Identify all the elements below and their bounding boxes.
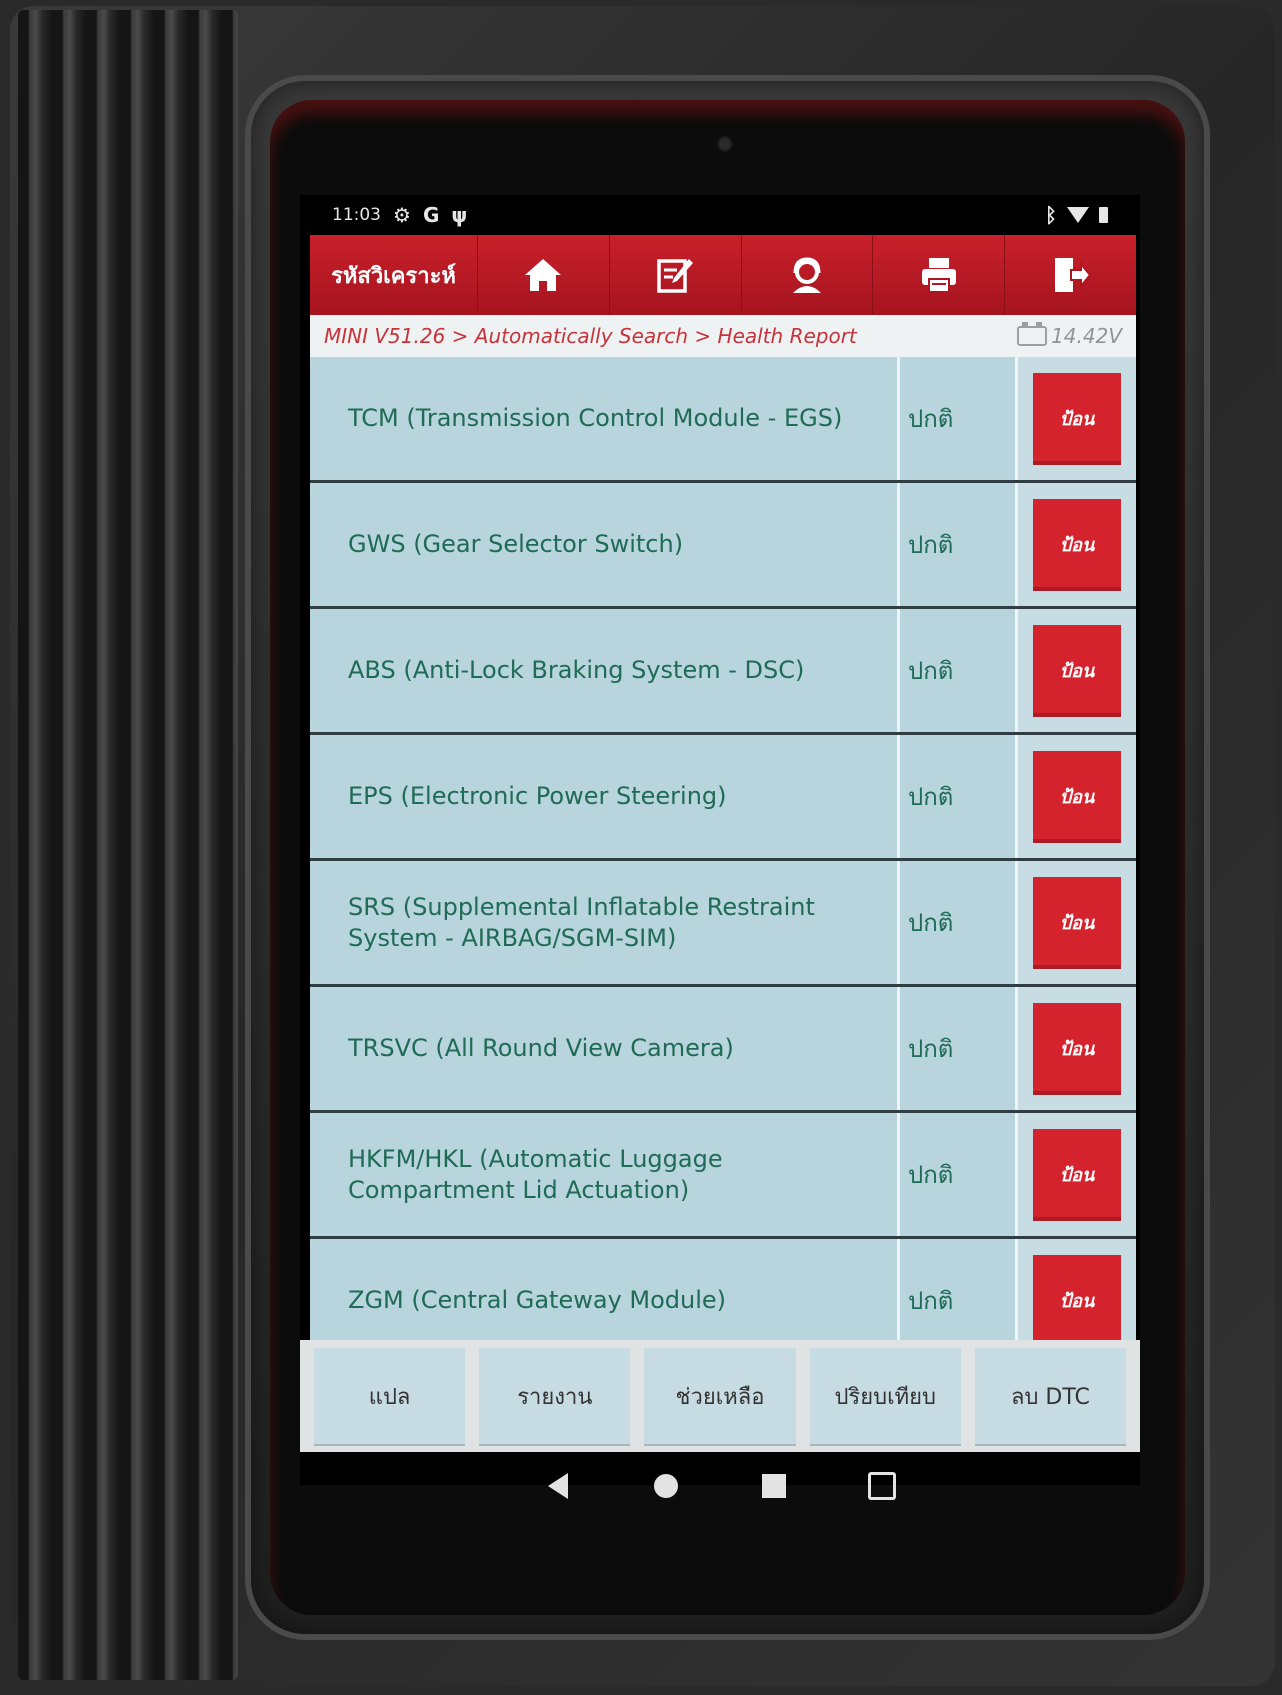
enter-button[interactable]: ป้อน (1033, 1254, 1121, 1347)
home-circle-icon (654, 1474, 678, 1498)
module-name: ABS (Anti-Lock Braking System - DSC) (310, 609, 900, 732)
enter-button[interactable]: ป้อน (1033, 876, 1121, 969)
settings-icon: ⚙ (393, 203, 411, 227)
screenshot-icon (868, 1472, 896, 1500)
module-name: HKFM/HKL (Automatic Luggage Compartment … (310, 1113, 900, 1236)
status-bar: 11:03 ⚙ G ψ ᛒ (300, 195, 1140, 235)
table-row: ABS (Anti-Lock Braking System - DSC) ปกต… (310, 609, 1136, 735)
voltage-value: 14.42V (1051, 324, 1122, 348)
module-status: ปกติ (900, 987, 1018, 1110)
action-cell: ป้อน (1018, 483, 1136, 606)
enter-button[interactable]: ป้อน (1033, 1002, 1121, 1095)
module-status: ปกติ (900, 735, 1018, 858)
app-toolbar: รหัสวิเคราะห์ (310, 235, 1136, 315)
translate-button[interactable]: แปล (314, 1348, 466, 1444)
nav-screenshot-button[interactable] (868, 1472, 896, 1500)
help-button[interactable]: ช่วยเหลือ (644, 1348, 796, 1444)
module-list[interactable]: TCM (Transmission Control Module - EGS) … (310, 357, 1136, 1357)
support-button[interactable] (742, 235, 874, 315)
exit-button[interactable] (1005, 235, 1136, 315)
module-name: TRSVC (All Round View Camera) (310, 987, 900, 1110)
android-nav-bar (300, 1452, 1140, 1552)
front-camera (719, 138, 731, 150)
enter-button[interactable]: ป้อน (1033, 498, 1121, 591)
nav-recent-button[interactable] (760, 1472, 788, 1500)
action-cell: ป้อน (1018, 609, 1136, 732)
module-status: ปกติ (900, 861, 1018, 984)
compare-button[interactable]: ปริยบเทียบ (809, 1348, 961, 1444)
module-status: ปกติ (900, 483, 1018, 606)
battery-voltage: 14.42V (1017, 322, 1122, 348)
module-status: ปกติ (900, 1113, 1018, 1236)
table-row: GWS (Gear Selector Switch) ปกติ ป้อน (310, 483, 1136, 609)
usb-debug-icon: ψ (451, 203, 468, 227)
google-icon: G (422, 203, 440, 227)
module-name: EPS (Electronic Power Steering) (310, 735, 900, 858)
table-row: EPS (Electronic Power Steering) ปกติ ป้อ… (310, 735, 1136, 861)
car-battery-icon (1017, 322, 1048, 346)
wifi-icon (1067, 207, 1089, 223)
action-cell: ป้อน (1018, 357, 1136, 480)
nav-home-button[interactable] (652, 1472, 680, 1500)
home-button[interactable] (478, 235, 610, 315)
enter-button[interactable]: ป้อน (1033, 624, 1121, 717)
support-icon (792, 257, 821, 293)
device-screen: 11:03 ⚙ G ψ ᛒ รหัสวิเคราะห์ MINI V51.26 … (300, 195, 1140, 1500)
device-grip-ribs (18, 10, 238, 1680)
module-status: ปกติ (900, 357, 1018, 480)
module-name: GWS (Gear Selector Switch) (310, 483, 900, 606)
print-button[interactable] (873, 235, 1006, 315)
exit-icon (1054, 258, 1091, 292)
home-icon (525, 259, 562, 291)
toolbar-title: รหัสวิเคราะห์ (310, 235, 478, 315)
table-row: HKFM/HKL (Automatic Luggage Compartment … (310, 1113, 1136, 1239)
bluetooth-icon: ᛒ (1045, 203, 1057, 227)
battery-icon (1099, 207, 1108, 223)
action-cell: ป้อน (1018, 1113, 1136, 1236)
breadcrumb-bar: MINI V51.26 > Automatically Search > Hea… (310, 315, 1136, 357)
enter-button[interactable]: ป้อน (1033, 750, 1121, 843)
recent-apps-icon (762, 1474, 786, 1498)
table-row: TRSVC (All Round View Camera) ปกติ ป้อน (310, 987, 1136, 1113)
report-button[interactable]: รายงาน (479, 1348, 631, 1444)
table-row: SRS (Supplemental Inflatable Restraint S… (310, 861, 1136, 987)
action-cell: ป้อน (1018, 861, 1136, 984)
status-time: 11:03 (332, 205, 381, 225)
module-status: ปกติ (900, 609, 1018, 732)
table-row: TCM (Transmission Control Module - EGS) … (310, 357, 1136, 483)
edit-icon (657, 259, 694, 293)
action-cell: ป้อน (1018, 735, 1136, 858)
action-cell: ป้อน (1018, 987, 1136, 1110)
module-name: SRS (Supplemental Inflatable Restraint S… (310, 861, 900, 984)
module-name: TCM (Transmission Control Module - EGS) (310, 357, 900, 480)
nav-back-button[interactable] (544, 1472, 572, 1500)
enter-button[interactable]: ป้อน (1033, 372, 1121, 465)
edit-button[interactable] (610, 235, 742, 315)
print-icon (921, 258, 956, 293)
photo-backdrop: 11:03 ⚙ G ψ ᛒ รหัสวิเคราะห์ MINI V51.26 … (0, 0, 1282, 1695)
clear-dtc-button[interactable]: ลบ DTC (974, 1348, 1127, 1444)
enter-button[interactable]: ป้อน (1033, 1128, 1121, 1221)
breadcrumb: MINI V51.26 > Automatically Search > Hea… (324, 324, 857, 348)
action-bar: แปล รายงาน ช่วยเหลือ ปริยบเทียบ ลบ DTC (300, 1340, 1140, 1452)
back-icon (548, 1473, 568, 1499)
